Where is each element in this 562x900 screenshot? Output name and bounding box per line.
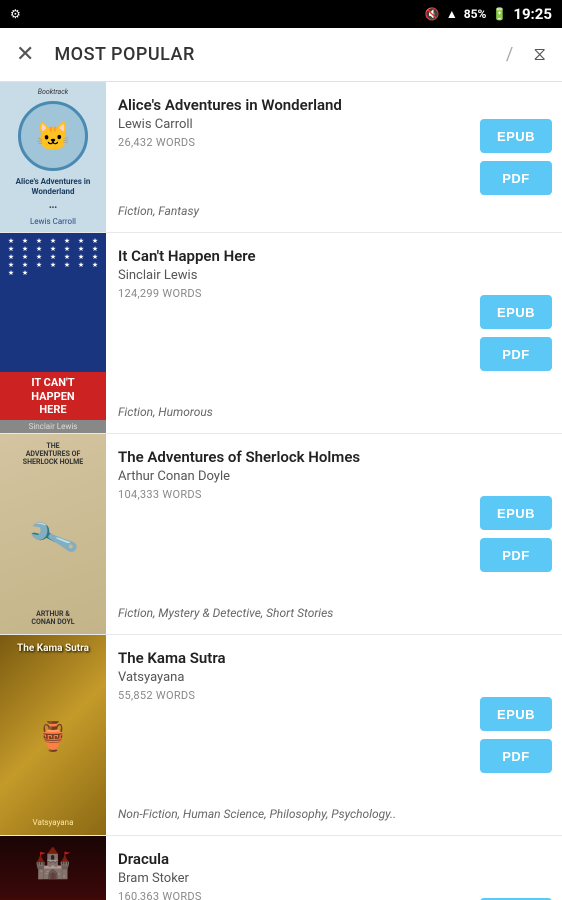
alice-actions: EPUB PDF — [470, 82, 562, 232]
book-item-alice: Booktrack 🐱 Alice's Adventures in Wonder… — [0, 82, 562, 233]
book-cover-alice[interactable]: Booktrack 🐱 Alice's Adventures in Wonder… — [0, 82, 106, 232]
sherlock-genres: Fiction, Mystery & Detective, Short Stor… — [118, 606, 458, 620]
time-display: 19:25 — [513, 5, 552, 23]
sherlock-epub-button[interactable]: EPUB — [480, 496, 552, 530]
battery-percentage: 85% — [464, 7, 487, 21]
alice-illustration: 🐱 — [18, 101, 88, 171]
header-title: MOST POPULAR — [54, 44, 485, 65]
sherlock-actions: EPUB PDF — [470, 434, 562, 634]
pipe-icon: 🔧 — [25, 511, 81, 566]
dracula-actions: EPUB PDF — [470, 836, 562, 900]
wifi-icon: ▲ — [446, 7, 458, 21]
filter-button[interactable]: ⧖ — [533, 44, 546, 65]
ithappen-author: Sinclair Lewis — [118, 268, 458, 283]
ithappen-actions: EPUB PDF — [470, 233, 562, 433]
sherlock-title: The Adventures of Sherlock Holmes — [118, 448, 458, 466]
close-button[interactable]: ✕ — [16, 42, 34, 67]
flag-stars: ★★★★★ ★★★★★ ★★★★★ ★★★★★ ★★★★★ ★★★★★ — [0, 233, 106, 343]
ithappen-words: 124,299 WORDS — [118, 287, 458, 300]
kama-actions: EPUB PDF — [470, 635, 562, 835]
alice-epub-button[interactable]: EPUB — [480, 119, 552, 153]
ithappen-genres: Fiction, Humorous — [118, 405, 458, 419]
book-item-sherlock: THEADVENTURES OFSHERLOCK HOLME 🔧 ARTHUR … — [0, 434, 562, 635]
ithappen-epub-button[interactable]: EPUB — [480, 295, 552, 329]
sherlock-words: 104,333 WORDS — [118, 488, 458, 501]
kama-illustration: 🏺 — [36, 720, 71, 753]
status-bar-left: ⚙ — [10, 7, 21, 21]
castle-icon: 🏰 — [34, 846, 71, 881]
status-bar-right: 🔇 ▲ 85% 🔋 19:25 — [425, 5, 552, 23]
alice-pdf-button[interactable]: PDF — [480, 161, 552, 195]
book-cover-ithappen[interactable]: ★★★★★ ★★★★★ ★★★★★ ★★★★★ ★★★★★ ★★★★★ IT C… — [0, 233, 106, 433]
mute-icon: 🔇 — [425, 7, 440, 21]
ithappen-pdf-button[interactable]: PDF — [480, 337, 552, 371]
alice-genres: Fiction, Fantasy — [118, 204, 458, 218]
ithappen-title: It Can't Happen Here — [118, 247, 458, 265]
battery-icon: 🔋 — [492, 7, 507, 21]
alice-words: 26,432 WORDS — [118, 136, 458, 149]
dracula-words: 160,363 WORDS — [118, 890, 458, 900]
book-info-ithappen: It Can't Happen Here Sinclair Lewis 124,… — [106, 233, 470, 433]
kama-pdf-button[interactable]: PDF — [480, 739, 552, 773]
dracula-author: Bram Stoker — [118, 871, 458, 886]
sherlock-pdf-button[interactable]: PDF — [480, 538, 552, 572]
dracula-title: Dracula — [118, 850, 458, 868]
book-cover-sherlock[interactable]: THEADVENTURES OFSHERLOCK HOLME 🔧 ARTHUR … — [0, 434, 106, 634]
status-bar: ⚙ 🔇 ▲ 85% 🔋 19:25 — [0, 0, 562, 28]
book-item-ithappen: ★★★★★ ★★★★★ ★★★★★ ★★★★★ ★★★★★ ★★★★★ IT C… — [0, 233, 562, 434]
sort-button[interactable]: / — [506, 44, 513, 65]
book-info-kama: The Kama Sutra Vatsyayana 55,852 WORDS N… — [106, 635, 470, 835]
book-info-alice: Alice's Adventures in Wonderland Lewis C… — [106, 82, 470, 232]
alice-ellipsis: ••• — [49, 203, 57, 212]
book-cover-dracula[interactable]: 🏰 Dracula Bram Stoker — [0, 836, 106, 900]
book-info-dracula: Dracula Bram Stoker 160,363 WORDS Fictio… — [106, 836, 470, 900]
book-info-sherlock: The Adventures of Sherlock Holmes Arthur… — [106, 434, 470, 634]
header: ✕ MOST POPULAR / ⧖ — [0, 28, 562, 82]
book-cover-kama[interactable]: The Kama Sutra 🏺 Vatsyayana — [0, 635, 106, 835]
book-item-dracula: 🏰 Dracula Bram Stoker Dracula Bram Stoke… — [0, 836, 562, 900]
kama-author: Vatsyayana — [118, 670, 458, 685]
kama-words: 55,852 WORDS — [118, 689, 458, 702]
sherlock-author: Arthur Conan Doyle — [118, 469, 458, 484]
kama-genres: Non-Fiction, Human Science, Philosophy, … — [118, 807, 458, 821]
book-item-kama: The Kama Sutra 🏺 Vatsyayana The Kama Sut… — [0, 635, 562, 836]
alice-title: Alice's Adventures in Wonderland — [118, 96, 458, 114]
kama-title: The Kama Sutra — [118, 649, 458, 667]
alice-author: Lewis Carroll — [118, 117, 458, 132]
usb-icon: ⚙ — [10, 7, 21, 21]
kama-epub-button[interactable]: EPUB — [480, 697, 552, 731]
book-list: Booktrack 🐱 Alice's Adventures in Wonder… — [0, 82, 562, 900]
